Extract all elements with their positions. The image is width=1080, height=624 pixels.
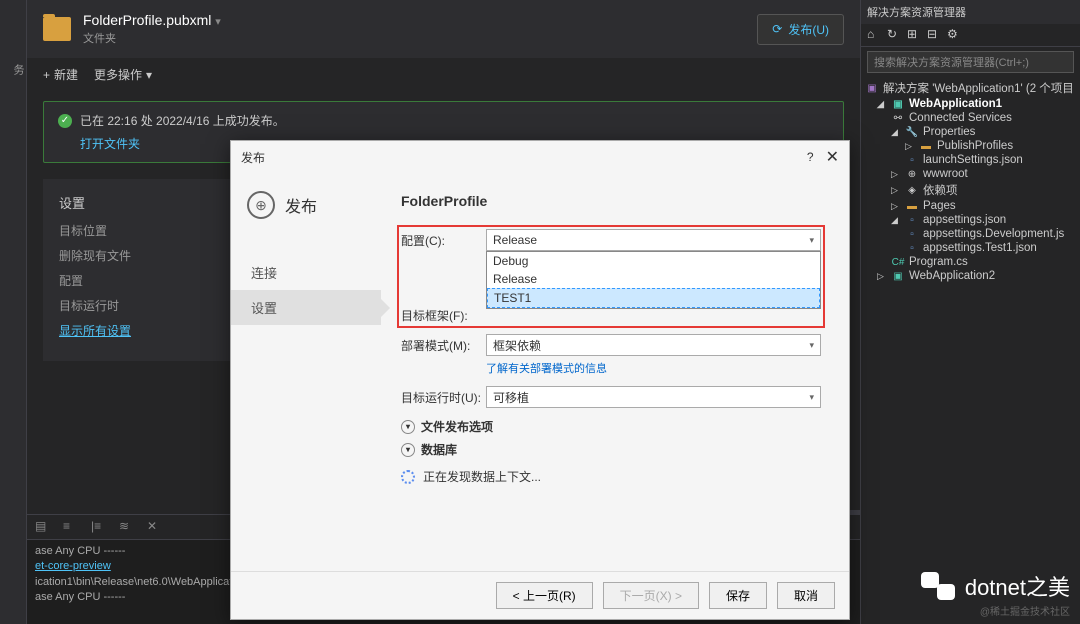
success-icon: ✓ [58,114,72,128]
database-section[interactable]: ▾ 数据库 [401,441,821,458]
tree-item[interactable]: ◢▫appsettings.json [865,213,1076,227]
tree-item[interactable]: ▷▬PublishProfiles [865,139,1076,153]
dialog-title-text: 发布 [241,149,807,166]
tree-item[interactable]: ◢🔧Properties [865,125,1076,139]
toolbar-icon[interactable]: ⌂ [867,27,883,43]
status-text: 已在 22:16 处 2022/4/16 上成功发布。 [80,112,285,129]
chevron-down-icon: ▾ [401,420,415,434]
config-option-debug[interactable]: Debug [487,252,820,270]
dialog-content: FolderProfile 配置(C): Release Debug Relea… [381,173,849,571]
tree-item[interactable]: ▫launchSettings.json [865,153,1076,167]
profile-sub: 文件夹 [83,30,757,46]
tree-item[interactable]: ▷⊕wwwroot [865,167,1076,181]
toolbar-icon[interactable]: |≡ [91,519,107,535]
left-tab[interactable]: 务 [10,64,26,620]
toolbar-icon[interactable]: ▤ [35,519,51,535]
nav-settings[interactable]: 设置 [231,290,381,325]
nav-connect[interactable]: 连接 [231,255,381,290]
toolbar-icon[interactable]: ≡ [63,519,79,535]
config-dropdown-list: Debug Release TEST1 [486,251,821,309]
tree-item[interactable]: ▫appsettings.Test1.json [865,241,1076,255]
tree-item[interactable]: ▷◈依赖项 [865,181,1076,199]
solution-toolbar: ⌂ ↻ ⊞ ⊟ ⚙ [861,24,1080,47]
profile-header: FolderProfile.pubxml ▾ 文件夹 发布(U) [27,0,860,58]
solution-search[interactable]: 搜索解决方案资源管理器(Ctrl+;) [867,51,1074,73]
toolbar-icon[interactable]: ⚙ [947,27,963,43]
globe-icon: ⊕ [247,191,275,219]
tree-item[interactable]: ▫appsettings.Development.js [865,227,1076,241]
solution-tree: ▣解决方案 'WebApplication1' (2 个项目 ◢▣WebAppl… [861,77,1080,285]
config-dropdown[interactable]: Release [486,229,821,251]
chat-icon [921,572,955,600]
chevron-down-icon: ▾ [401,443,415,457]
dialog-heading: 发布 [285,193,317,217]
profile-title: FolderProfile [401,193,821,209]
runtime-label: 目标运行时(U): [401,389,486,406]
toolbar-icon[interactable]: ⊟ [927,27,943,43]
tree-item[interactable]: ▷▬Pages [865,199,1076,213]
runtime-dropdown[interactable]: 可移植 [486,386,821,408]
solution-header: 解决方案资源管理器 [861,0,1080,24]
loading-text: 正在发现数据上下文... [423,468,541,485]
toolbar: + 新建 更多操作 ▾ [27,58,860,91]
config-option-test1[interactable]: TEST1 [487,288,820,308]
toolbar-icon[interactable]: ⊞ [907,27,923,43]
new-button[interactable]: + 新建 [43,66,78,83]
deploy-info-link[interactable]: 了解有关部署模式的信息 [486,360,821,376]
file-options-section[interactable]: ▾ 文件发布选项 [401,418,821,435]
next-button: 下一页(X) > [603,582,699,609]
spinner-icon [401,470,415,484]
toolbar-icon[interactable]: ≋ [119,519,135,535]
highlight-box: 配置(C): Release Debug Release TEST1 目标框架(… [397,225,825,328]
cancel-button[interactable]: 取消 [777,582,835,609]
tree-project[interactable]: ◢▣WebApplication1 [865,97,1076,111]
help-icon[interactable]: ? [807,150,814,164]
watermark-sub: @稀土掘金技术社区 [980,603,1070,618]
prev-button[interactable]: < 上一页(R) [496,582,593,609]
tree-item[interactable]: C#Program.cs [865,255,1076,269]
solution-explorer: 解决方案资源管理器 ⌂ ↻ ⊞ ⊟ ⚙ 搜索解决方案资源管理器(Ctrl+;) … [860,0,1080,624]
deploy-label: 部署模式(M): [401,337,486,354]
config-option-release[interactable]: Release [487,270,820,288]
folder-icon [43,17,71,41]
publish-button[interactable]: 发布(U) [757,14,844,45]
config-label: 配置(C): [401,232,486,249]
profile-name: FolderProfile.pubxml ▾ [83,12,757,28]
more-actions-button[interactable]: 更多操作 ▾ [94,66,152,83]
left-sidebar: 务 [0,0,27,624]
deploy-dropdown[interactable]: 框架依赖 [486,334,821,356]
tree-solution[interactable]: ▣解决方案 'WebApplication1' (2 个项目 [865,79,1076,97]
watermark: dotnet之美 [921,570,1070,602]
toolbar-icon[interactable]: ✕ [147,519,163,535]
tree-project[interactable]: ▷▣WebApplication2 [865,269,1076,283]
dialog-footer: < 上一页(R) 下一页(X) > 保存 取消 [231,571,849,619]
save-button[interactable]: 保存 [709,582,767,609]
publish-dialog: 发布 ? ✕ ⊕ 发布 连接 设置 FolderProfile 配置(C): R… [230,140,850,620]
toolbar-icon[interactable]: ↻ [887,27,903,43]
tree-item[interactable]: ⚯Connected Services [865,111,1076,125]
framework-label: 目标框架(F): [401,307,486,324]
dialog-sidebar: ⊕ 发布 连接 设置 [231,173,381,571]
close-icon[interactable]: ✕ [826,147,839,167]
dialog-titlebar: 发布 ? ✕ [231,141,849,173]
loading-row: 正在发现数据上下文... [401,468,821,485]
